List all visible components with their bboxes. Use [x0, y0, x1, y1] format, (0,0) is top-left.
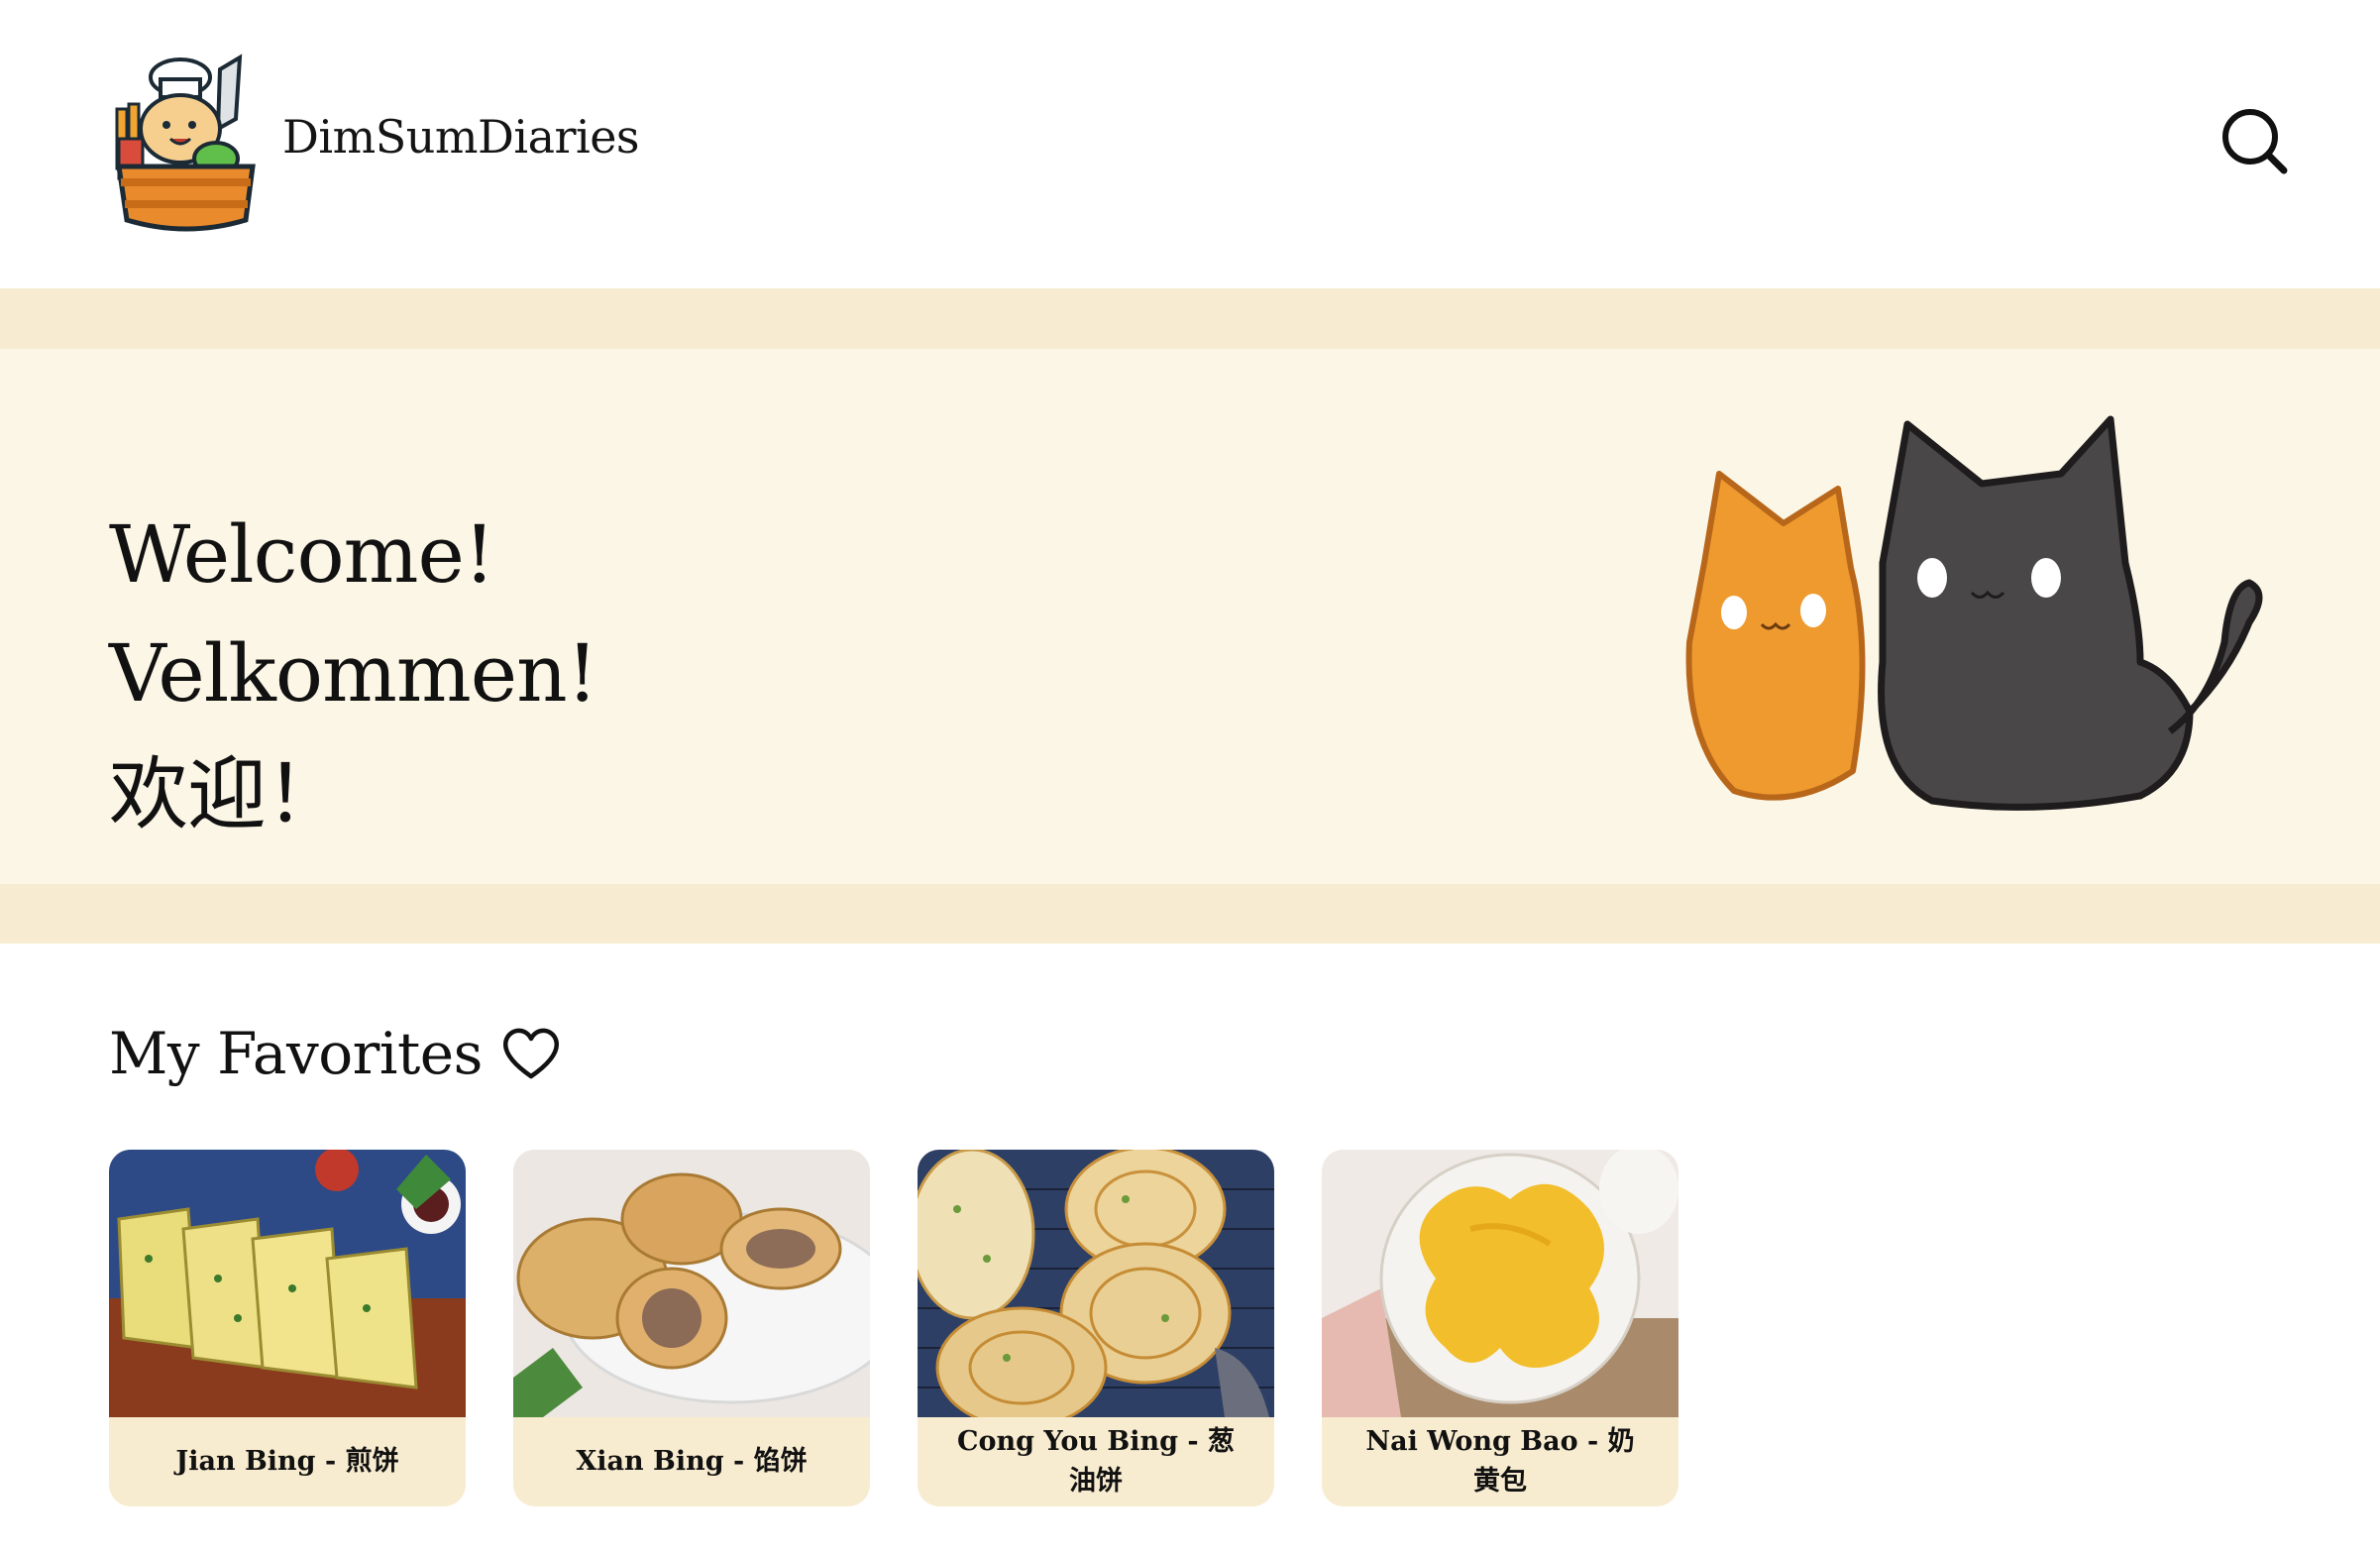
greeting-english: Welcome!	[109, 508, 495, 601]
search-icon[interactable]	[2215, 101, 2294, 180]
cong-you-bing-photo	[918, 1150, 1274, 1417]
favorites-heading: My Favorites	[109, 1014, 562, 1093]
nai-wong-bao-photo	[1322, 1150, 1678, 1417]
site-header: DimSumDiaries	[0, 0, 2380, 288]
site-name[interactable]: DimSumDiaries	[282, 107, 640, 167]
two-cats-illustration	[1685, 415, 2263, 811]
favorite-card-label: Cong You Bing - 葱油饼	[957, 1426, 1235, 1497]
favorite-card-cong-you-bing[interactable]: Cong You Bing - 葱油饼	[918, 1150, 1274, 1506]
favorite-card-jian-bing[interactable]: Jian Bing - 煎饼	[109, 1150, 466, 1506]
xian-bing-photo	[513, 1150, 870, 1417]
hero-band-top	[0, 288, 2380, 349]
favorite-card-label: Nai Wong Bao - 奶黄包	[1365, 1426, 1635, 1497]
favorite-card-label: Jian Bing - 煎饼	[175, 1446, 399, 1477]
favorite-card-nai-wong-bao[interactable]: Nai Wong Bao - 奶黄包	[1322, 1150, 1678, 1506]
favorites-title: My Favorites	[109, 1020, 483, 1087]
heart-icon	[502, 1028, 559, 1079]
hero-band-bottom	[0, 884, 2380, 944]
chef-dumpling-logo[interactable]	[109, 50, 263, 233]
jian-bing-photo	[109, 1150, 466, 1417]
greeting-chinese: 欢迎！	[109, 748, 345, 840]
favorites-list: Jian Bing - 煎饼 Xian Bing - 馅饼 Cong You B…	[109, 1150, 1678, 1506]
favorite-card-label: Xian Bing - 馅饼	[576, 1446, 808, 1477]
favorite-card-xian-bing[interactable]: Xian Bing - 馅饼	[513, 1150, 870, 1506]
greeting-danish: Velkommen!	[109, 627, 598, 720]
